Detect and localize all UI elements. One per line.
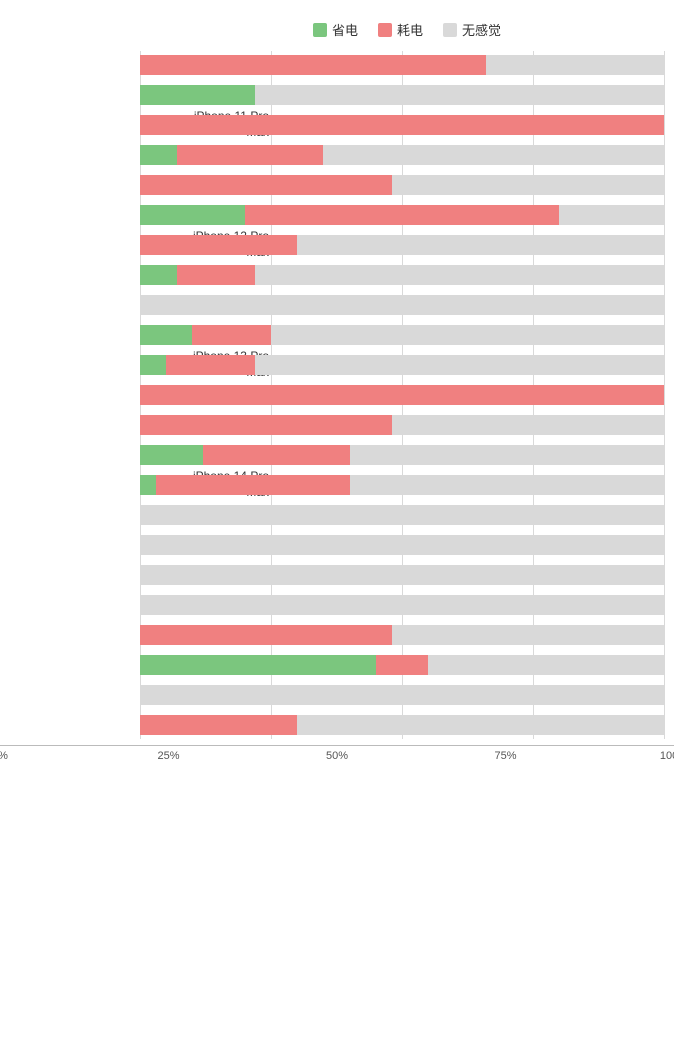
legend-label: 耗电 xyxy=(397,20,423,39)
bar-track xyxy=(140,175,664,195)
bar-track xyxy=(140,445,664,465)
bar-row: iPhone 13 xyxy=(140,261,664,289)
bar-row: iPhone 14 Plus xyxy=(140,411,664,439)
bar-track xyxy=(140,505,664,525)
bar-segment-green xyxy=(140,655,376,675)
bar-track xyxy=(140,385,664,405)
legend-color-dot xyxy=(443,23,457,37)
bar-row: iPhone SE 第3代 xyxy=(140,591,664,619)
bar-row: iPhone 11 ProMax xyxy=(140,111,664,139)
bar-track xyxy=(140,535,664,555)
x-axis-tick: 100% xyxy=(660,746,674,762)
bar-row: iPhone X xyxy=(140,621,664,649)
grid-line xyxy=(664,51,665,739)
bar-row: iPhone 13 Pro xyxy=(140,321,664,349)
bar-track xyxy=(140,565,664,585)
bar-segment-red xyxy=(140,55,486,75)
bar-row: iPhone 12 xyxy=(140,141,664,169)
bar-track xyxy=(140,685,664,705)
bar-row: iPhone 11 Pro xyxy=(140,81,664,109)
bar-segment-red xyxy=(140,175,392,195)
bar-track xyxy=(140,415,664,435)
legend-label: 无感觉 xyxy=(462,20,501,39)
bar-row: iPhone 12 ProMax xyxy=(140,231,664,259)
bar-track xyxy=(140,595,664,615)
bar-segment-red xyxy=(140,415,392,435)
x-axis-tick: 0% xyxy=(0,746,8,762)
bar-segment-red xyxy=(140,625,392,645)
bar-row: iPhone XR xyxy=(140,651,664,679)
bar-segment-red xyxy=(376,655,428,675)
bar-row: iPhone 12 Pro xyxy=(140,201,664,229)
x-axis: 0% 25% 50% 75% 100% xyxy=(0,745,674,767)
bar-row: iPhone XS Max xyxy=(140,711,664,739)
bar-segment-red xyxy=(166,355,255,375)
bar-segment-green xyxy=(140,445,203,465)
bar-segment-green xyxy=(140,205,245,225)
bar-track xyxy=(140,145,664,165)
bar-track xyxy=(140,85,664,105)
x-axis-tick: 50% xyxy=(326,746,348,762)
bar-segment-red xyxy=(140,115,664,135)
legend-color-dot xyxy=(378,23,392,37)
bar-track xyxy=(140,475,664,495)
bar-row: iPhone 8 xyxy=(140,501,664,529)
bar-row: iPhone 14 xyxy=(140,381,664,409)
bar-row: iPhone SE 第2代 xyxy=(140,561,664,589)
bar-track xyxy=(140,355,664,375)
bar-track xyxy=(140,715,664,735)
bar-segment-red xyxy=(177,145,324,165)
legend-item: 耗电 xyxy=(378,20,423,39)
bar-segment-green xyxy=(140,265,177,285)
bar-segment-red xyxy=(140,715,297,735)
bar-track xyxy=(140,235,664,255)
bar-segment-red xyxy=(177,265,256,285)
bar-segment-red xyxy=(245,205,559,225)
bar-row: iPhone 12 mini xyxy=(140,171,664,199)
bar-track xyxy=(140,295,664,315)
bar-row: iPhone 14 Pro xyxy=(140,441,664,469)
bar-segment-red xyxy=(140,235,297,255)
bar-segment-red xyxy=(203,445,350,465)
bar-row: iPhone XS xyxy=(140,681,664,709)
bar-row: iPhone 11 xyxy=(140,51,664,79)
bar-segment-green xyxy=(140,475,156,495)
bar-segment-green xyxy=(140,85,255,105)
x-axis-tick: 75% xyxy=(494,746,516,762)
chart-container: 省电 耗电 无感觉 iPhone 11iPhone 11 ProiPhone 11 … xyxy=(0,10,674,787)
bar-row: iPhone 13 mini xyxy=(140,291,664,319)
legend-item: 无感觉 xyxy=(443,20,501,39)
bar-segment-red xyxy=(140,385,664,405)
bar-segment-red xyxy=(192,325,271,345)
bar-segment-red xyxy=(156,475,350,495)
bar-segment-green xyxy=(140,325,192,345)
bar-row: iPhone 13 ProMax xyxy=(140,351,664,379)
bar-track xyxy=(140,655,664,675)
legend: 省电 耗电 无感觉 xyxy=(0,20,674,39)
bar-track xyxy=(140,115,664,135)
bar-track xyxy=(140,325,664,345)
bar-segment-green xyxy=(140,355,166,375)
bars-area: iPhone 11iPhone 11 ProiPhone 11 ProMaxiP… xyxy=(0,51,674,739)
bar-track xyxy=(140,55,664,75)
x-axis-tick: 25% xyxy=(157,746,179,762)
bar-track xyxy=(140,205,664,225)
bar-row: iPhone 8 Plus xyxy=(140,531,664,559)
legend-label: 省电 xyxy=(332,20,358,39)
bar-track xyxy=(140,625,664,645)
legend-color-dot xyxy=(313,23,327,37)
legend-item: 省电 xyxy=(313,20,358,39)
bar-row: iPhone 14 ProMax xyxy=(140,471,664,499)
bar-track xyxy=(140,265,664,285)
bar-segment-green xyxy=(140,145,177,165)
